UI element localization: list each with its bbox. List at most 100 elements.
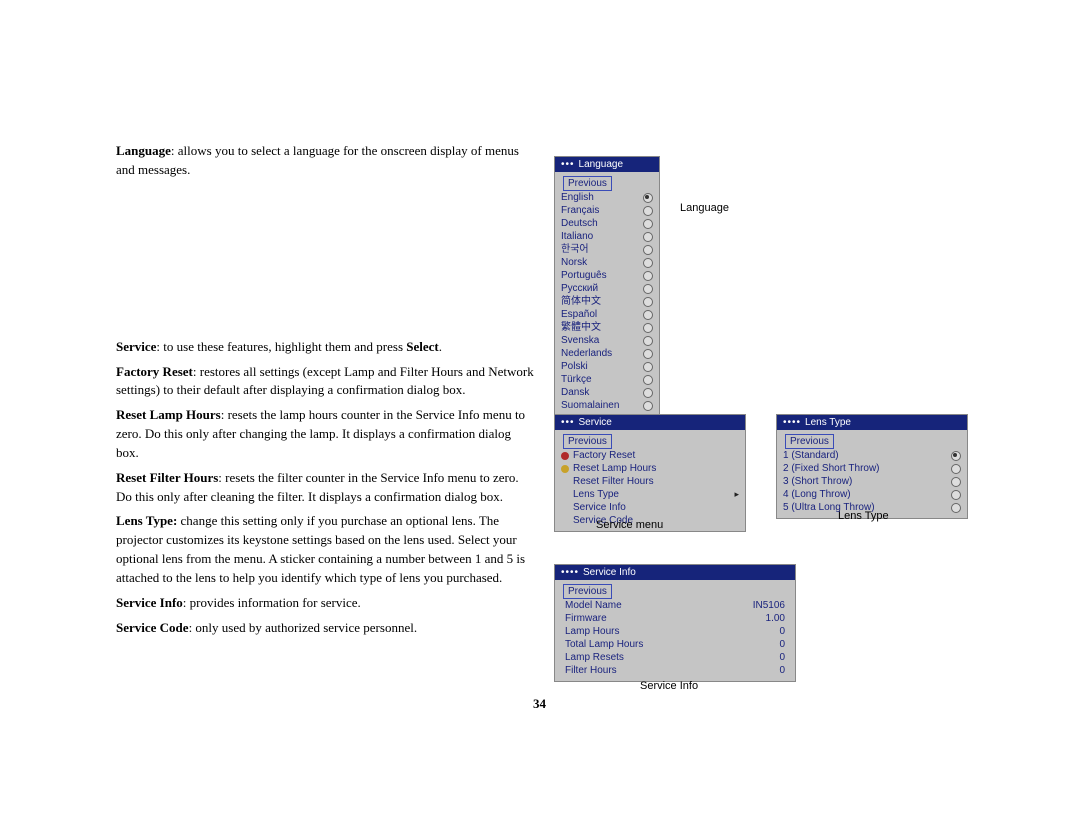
menu-item[interactable]: Reset Lamp Hours (559, 462, 741, 475)
menu-header: ••• Service (555, 415, 745, 430)
radio-icon (643, 245, 653, 255)
menu-item[interactable]: Türkçe (559, 373, 655, 386)
menu-item-label: 4 (Long Throw) (783, 488, 851, 501)
menu-item-label: Français (561, 204, 599, 217)
para-service-code: Service Code: only used by authorized se… (116, 619, 536, 638)
term-factory-reset: Factory Reset (116, 364, 193, 379)
menu-item[interactable]: Reset Filter Hours (559, 475, 741, 488)
radio-icon (643, 349, 653, 359)
menu-item-label: Lens Type (573, 488, 619, 501)
menu-item[interactable]: Español (559, 308, 655, 321)
menu-item-label: Português (561, 269, 607, 282)
menu-item[interactable]: Suomalainen (559, 399, 655, 412)
info-key: Model Name (565, 599, 622, 612)
info-key: Total Lamp Hours (565, 638, 643, 651)
info-value: IN5106 (753, 599, 785, 612)
menu-item-label: English (561, 191, 594, 204)
menu-item[interactable]: 한국어 (559, 243, 655, 256)
menu-item-left: Service Info (561, 501, 626, 514)
text: : allows you to select a language for th… (116, 143, 519, 177)
menu-previous[interactable]: Previous (563, 584, 612, 599)
radio-icon (643, 193, 653, 203)
menu-item[interactable]: Français (559, 204, 655, 217)
menu-item[interactable]: 2 (Fixed Short Throw) (781, 462, 963, 475)
menu-item-label: Reset Lamp Hours (573, 462, 656, 475)
menu-item-label: Español (561, 308, 597, 321)
menu-body: Previous 1 (Standard)2 (Fixed Short Thro… (777, 430, 967, 518)
para-reset-lamp: Reset Lamp Hours: resets the lamp hours … (116, 406, 536, 463)
breadcrumb-dots-icon: ••• (561, 417, 575, 428)
menu-item-left: Lens Type (561, 488, 619, 501)
menu-title: Lens Type (805, 417, 851, 428)
menu-item-label: 繁體中文 (561, 321, 601, 334)
menu-item[interactable]: Deutsch (559, 217, 655, 230)
menu-item[interactable]: 4 (Long Throw) (781, 488, 963, 501)
term-language: Language (116, 143, 171, 158)
menu-item[interactable]: Italiano (559, 230, 655, 243)
radio-icon (643, 232, 653, 242)
menu-item[interactable]: Nederlands (559, 347, 655, 360)
info-value: 0 (779, 664, 785, 677)
radio-icon (951, 477, 961, 487)
menu-item[interactable]: Norsk (559, 256, 655, 269)
menu-item-label: Dansk (561, 386, 589, 399)
menu-item[interactable]: Lens Type▸ (559, 488, 741, 501)
text: : only used by authorized service person… (189, 620, 418, 635)
menu-item[interactable]: 1 (Standard) (781, 449, 963, 462)
lamp-icon (561, 465, 569, 473)
radio-icon (643, 375, 653, 385)
radio-icon (643, 401, 653, 411)
para-language: Language: allows you to select a languag… (116, 142, 536, 180)
menu-item[interactable]: Русский (559, 282, 655, 295)
info-value: 0 (779, 651, 785, 664)
text: : provides information for service. (183, 595, 361, 610)
radio-icon (643, 219, 653, 229)
text: : to use these features, highlight them … (156, 339, 406, 354)
menu-item-label: 1 (Standard) (783, 449, 839, 462)
menu-title: Service Info (583, 567, 636, 578)
radio-icon (643, 258, 653, 268)
menu-previous[interactable]: Previous (563, 176, 612, 191)
menu-item-label: 한국어 (561, 243, 589, 256)
menu-item[interactable]: Polski (559, 360, 655, 373)
menu-item-label: Italiano (561, 230, 593, 243)
term-lens-type: Lens Type: (116, 513, 177, 528)
radio-icon (643, 284, 653, 294)
menu-item[interactable]: Dansk (559, 386, 655, 399)
caption-service-info: Service Info (640, 680, 698, 692)
menu-items: Factory ResetReset Lamp HoursReset Filte… (559, 449, 741, 527)
para-service-info: Service Info: provides information for s… (116, 594, 536, 613)
caption-lens-type: Lens Type (838, 510, 889, 522)
term-reset-filter: Reset Filter Hours (116, 470, 218, 485)
menu-item-label: Suomalainen (561, 399, 619, 412)
radio-icon (643, 206, 653, 216)
menu-item-label: Türkçe (561, 373, 592, 386)
menu-item[interactable]: Factory Reset (559, 449, 741, 462)
menu-body: Previous Factory ResetReset Lamp HoursRe… (555, 430, 745, 531)
menu-item-label: Reset Filter Hours (573, 475, 654, 488)
term-select: Select (406, 339, 438, 354)
radio-icon (643, 362, 653, 372)
menu-previous[interactable]: Previous (785, 434, 834, 449)
menu-item[interactable]: English (559, 191, 655, 204)
menu-item[interactable]: Svenska (559, 334, 655, 347)
menu-item[interactable]: 3 (Short Throw) (781, 475, 963, 488)
warning-icon (561, 452, 569, 460)
menu-item-label: Factory Reset (573, 449, 635, 462)
radio-icon (643, 323, 653, 333)
para-lens-type: Lens Type: change this setting only if y… (116, 512, 536, 587)
menu-service: ••• Service Previous Factory ResetReset … (554, 414, 746, 532)
menu-item[interactable]: 繁體中文 (559, 321, 655, 334)
term-service: Service (116, 339, 156, 354)
menu-title: Service (579, 417, 612, 428)
menu-item[interactable]: 简体中文 (559, 295, 655, 308)
radio-icon (643, 336, 653, 346)
info-value: 1.00 (766, 612, 785, 625)
menu-item-label: 2 (Fixed Short Throw) (783, 462, 880, 475)
menu-item[interactable]: Service Info (559, 501, 741, 514)
menu-item[interactable]: Português (559, 269, 655, 282)
radio-icon (643, 271, 653, 281)
menu-header: •••• Service Info (555, 565, 795, 580)
menu-previous[interactable]: Previous (563, 434, 612, 449)
menu-service-info: •••• Service Info Previous Model Name IN5… (554, 564, 796, 682)
